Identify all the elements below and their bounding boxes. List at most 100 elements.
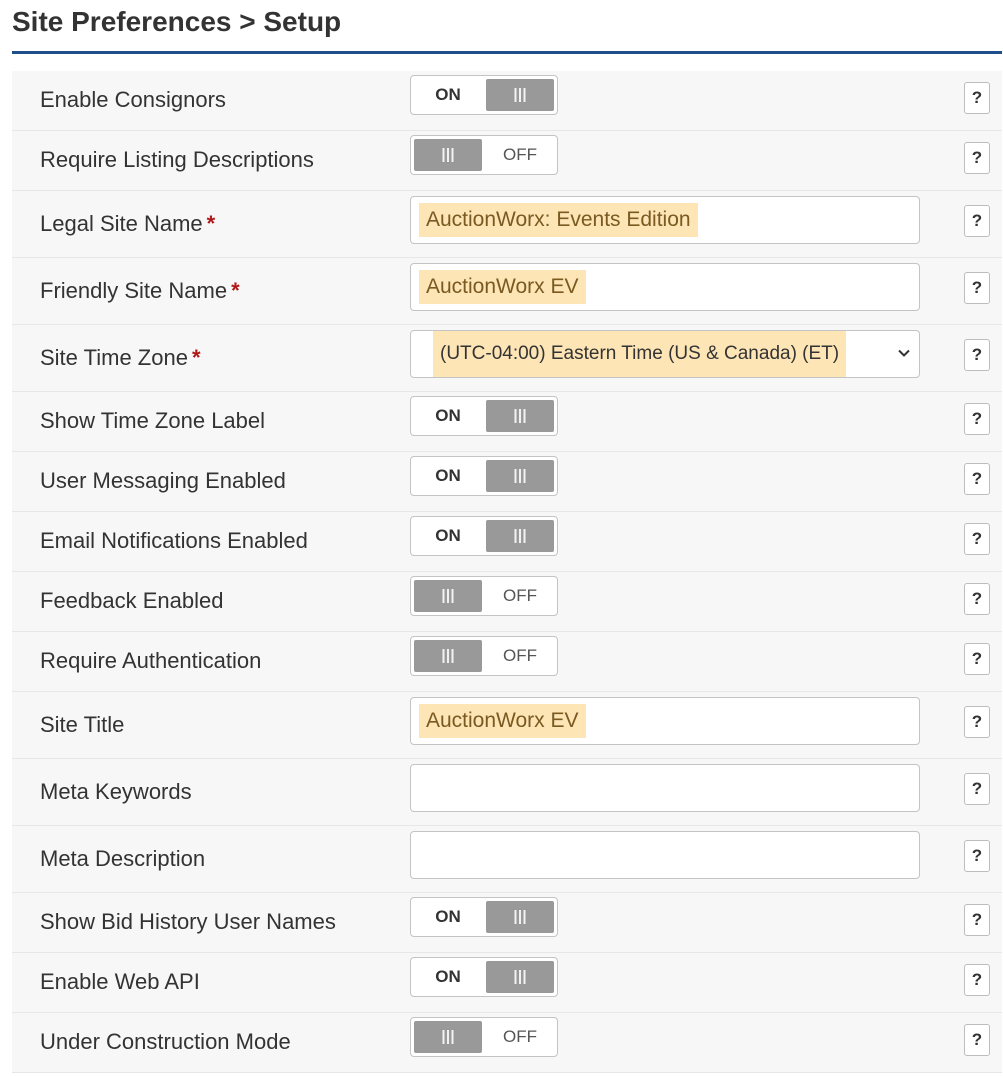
help-button[interactable]: ? bbox=[964, 272, 990, 304]
setting-label-text: Under Construction Mode bbox=[40, 1029, 291, 1054]
toggle-knob[interactable] bbox=[486, 961, 554, 993]
question-mark-icon: ? bbox=[971, 88, 983, 107]
toggle-state-label: ON bbox=[435, 967, 461, 986]
setting-label: Show Bid History User Names bbox=[40, 909, 336, 935]
required-asterisk: * bbox=[191, 345, 201, 370]
show-bid-history-user-names-toggle[interactable]: ON bbox=[410, 897, 558, 937]
toggle-knob[interactable] bbox=[414, 640, 482, 672]
help-button[interactable]: ? bbox=[964, 339, 990, 371]
toggle-state-label: ON bbox=[435, 85, 461, 104]
site-title-input[interactable]: AuctionWorx EV bbox=[410, 697, 920, 745]
setting-label-text: Enable Consignors bbox=[40, 87, 226, 112]
setting-label-text: Meta Keywords bbox=[40, 779, 192, 804]
page-header: Site Preferences > Setup bbox=[12, 0, 1002, 56]
title-divider bbox=[12, 51, 1002, 54]
help-button[interactable]: ? bbox=[964, 904, 990, 936]
toggle-knob[interactable] bbox=[414, 580, 482, 612]
help-button[interactable]: ? bbox=[964, 523, 990, 555]
input-value: AuctionWorx: Events Edition bbox=[419, 203, 698, 237]
grip-lines-icon bbox=[442, 148, 454, 162]
toggle-state-label: OFF bbox=[503, 1027, 537, 1046]
setting-label-text: Require Listing Descriptions bbox=[40, 147, 314, 172]
setting-label-text: Friendly Site Name bbox=[40, 278, 228, 303]
email-notifications-enabled-toggle[interactable]: ON bbox=[410, 516, 558, 556]
help-button[interactable]: ? bbox=[964, 643, 990, 675]
help-button[interactable]: ? bbox=[964, 205, 990, 237]
meta-keywords-input[interactable] bbox=[410, 764, 920, 812]
setting-row-meta-description: Meta Description? bbox=[12, 826, 1002, 893]
help-button[interactable]: ? bbox=[964, 583, 990, 615]
toggle-knob[interactable] bbox=[414, 1021, 482, 1053]
help-button[interactable]: ? bbox=[964, 82, 990, 114]
show-time-zone-label-toggle[interactable]: ON bbox=[410, 396, 558, 436]
setting-label: Show Time Zone Label bbox=[40, 408, 265, 434]
toggle-knob[interactable] bbox=[486, 901, 554, 933]
setting-row-user-messaging-enabled: User Messaging Enabled ON? bbox=[12, 452, 1002, 512]
setting-row-under-construction-mode: Under Construction Mode OFF? bbox=[12, 1013, 1002, 1073]
site-time-zone-select[interactable]: (UTC-04:00) Eastern Time (US & Canada) (… bbox=[410, 330, 920, 378]
toggle-knob[interactable] bbox=[486, 460, 554, 492]
question-mark-icon: ? bbox=[971, 211, 983, 230]
help-button[interactable]: ? bbox=[964, 706, 990, 738]
toggle-state-label: OFF bbox=[503, 145, 537, 164]
setting-label-text: Feedback Enabled bbox=[40, 588, 224, 613]
help-button[interactable]: ? bbox=[964, 142, 990, 174]
input-value: AuctionWorx EV bbox=[419, 270, 586, 304]
setting-label: Enable Consignors bbox=[40, 87, 226, 113]
help-button[interactable]: ? bbox=[964, 403, 990, 435]
select-value: (UTC-04:00) Eastern Time (US & Canada) (… bbox=[433, 331, 847, 377]
require-listing-descriptions-toggle[interactable]: OFF bbox=[410, 135, 558, 175]
toggle-state-label: ON bbox=[435, 526, 461, 545]
grip-lines-icon bbox=[514, 469, 526, 483]
help-button[interactable]: ? bbox=[964, 463, 990, 495]
setting-row-show-time-zone-label: Show Time Zone Label ON? bbox=[12, 392, 1002, 452]
question-mark-icon: ? bbox=[971, 712, 983, 731]
setting-label-text: User Messaging Enabled bbox=[40, 468, 286, 493]
question-mark-icon: ? bbox=[971, 409, 983, 428]
question-mark-icon: ? bbox=[971, 529, 983, 548]
setting-label-text: Enable Web API bbox=[40, 969, 200, 994]
question-mark-icon: ? bbox=[971, 589, 983, 608]
legal-site-name-input[interactable]: AuctionWorx: Events Edition bbox=[410, 196, 920, 244]
under-construction-mode-toggle[interactable]: OFF bbox=[410, 1017, 558, 1057]
grip-lines-icon bbox=[514, 910, 526, 924]
meta-description-input[interactable] bbox=[410, 831, 920, 879]
setting-label: Meta Description bbox=[40, 846, 205, 872]
help-button[interactable]: ? bbox=[964, 773, 990, 805]
question-mark-icon: ? bbox=[971, 1030, 983, 1049]
question-mark-icon: ? bbox=[971, 469, 983, 488]
setting-label-text: Require Authentication bbox=[40, 648, 262, 673]
input-value: AuctionWorx EV bbox=[419, 704, 586, 738]
grip-lines-icon bbox=[442, 649, 454, 663]
help-button[interactable]: ? bbox=[964, 840, 990, 872]
toggle-knob[interactable] bbox=[486, 520, 554, 552]
setting-label-text: Show Time Zone Label bbox=[40, 408, 266, 433]
user-messaging-enabled-toggle[interactable]: ON bbox=[410, 456, 558, 496]
setting-row-site-time-zone: Site Time Zone * (UTC-04:00) Eastern Time … bbox=[12, 325, 1002, 392]
toggle-knob[interactable] bbox=[414, 139, 482, 171]
feedback-enabled-toggle[interactable]: OFF bbox=[410, 576, 558, 616]
friendly-site-name-input[interactable]: AuctionWorx EV bbox=[410, 263, 920, 311]
setting-label-text: Site Title bbox=[40, 712, 125, 737]
setting-label: Meta Keywords bbox=[40, 779, 192, 805]
setting-row-legal-site-name: Legal Site Name * AuctionWorx: Events Edit… bbox=[12, 191, 1002, 258]
setting-label: Site Time Zone * bbox=[40, 345, 201, 371]
setting-row-friendly-site-name: Friendly Site Name * AuctionWorx EV? bbox=[12, 258, 1002, 325]
grip-lines-icon bbox=[514, 409, 526, 423]
help-button[interactable]: ? bbox=[964, 1024, 990, 1056]
setting-label-text: Show Bid History User Names bbox=[40, 909, 336, 934]
grip-lines-icon bbox=[514, 529, 526, 543]
setting-label: Under Construction Mode bbox=[40, 1029, 291, 1055]
require-authentication-toggle[interactable]: OFF bbox=[410, 636, 558, 676]
setting-label: Friendly Site Name * bbox=[40, 278, 240, 304]
help-button[interactable]: ? bbox=[964, 964, 990, 996]
enable-consignors-toggle[interactable]: ON bbox=[410, 75, 558, 115]
enable-web-api-toggle[interactable]: ON bbox=[410, 957, 558, 997]
toggle-state-label: OFF bbox=[503, 586, 537, 605]
setting-label-text: Site Time Zone bbox=[40, 345, 188, 370]
setting-label: Enable Web API bbox=[40, 969, 200, 995]
toggle-knob[interactable] bbox=[486, 400, 554, 432]
toggle-knob[interactable] bbox=[486, 79, 554, 111]
toggle-state-label: ON bbox=[435, 907, 461, 926]
setting-row-site-title: Site Title AuctionWorx EV? bbox=[12, 692, 1002, 759]
